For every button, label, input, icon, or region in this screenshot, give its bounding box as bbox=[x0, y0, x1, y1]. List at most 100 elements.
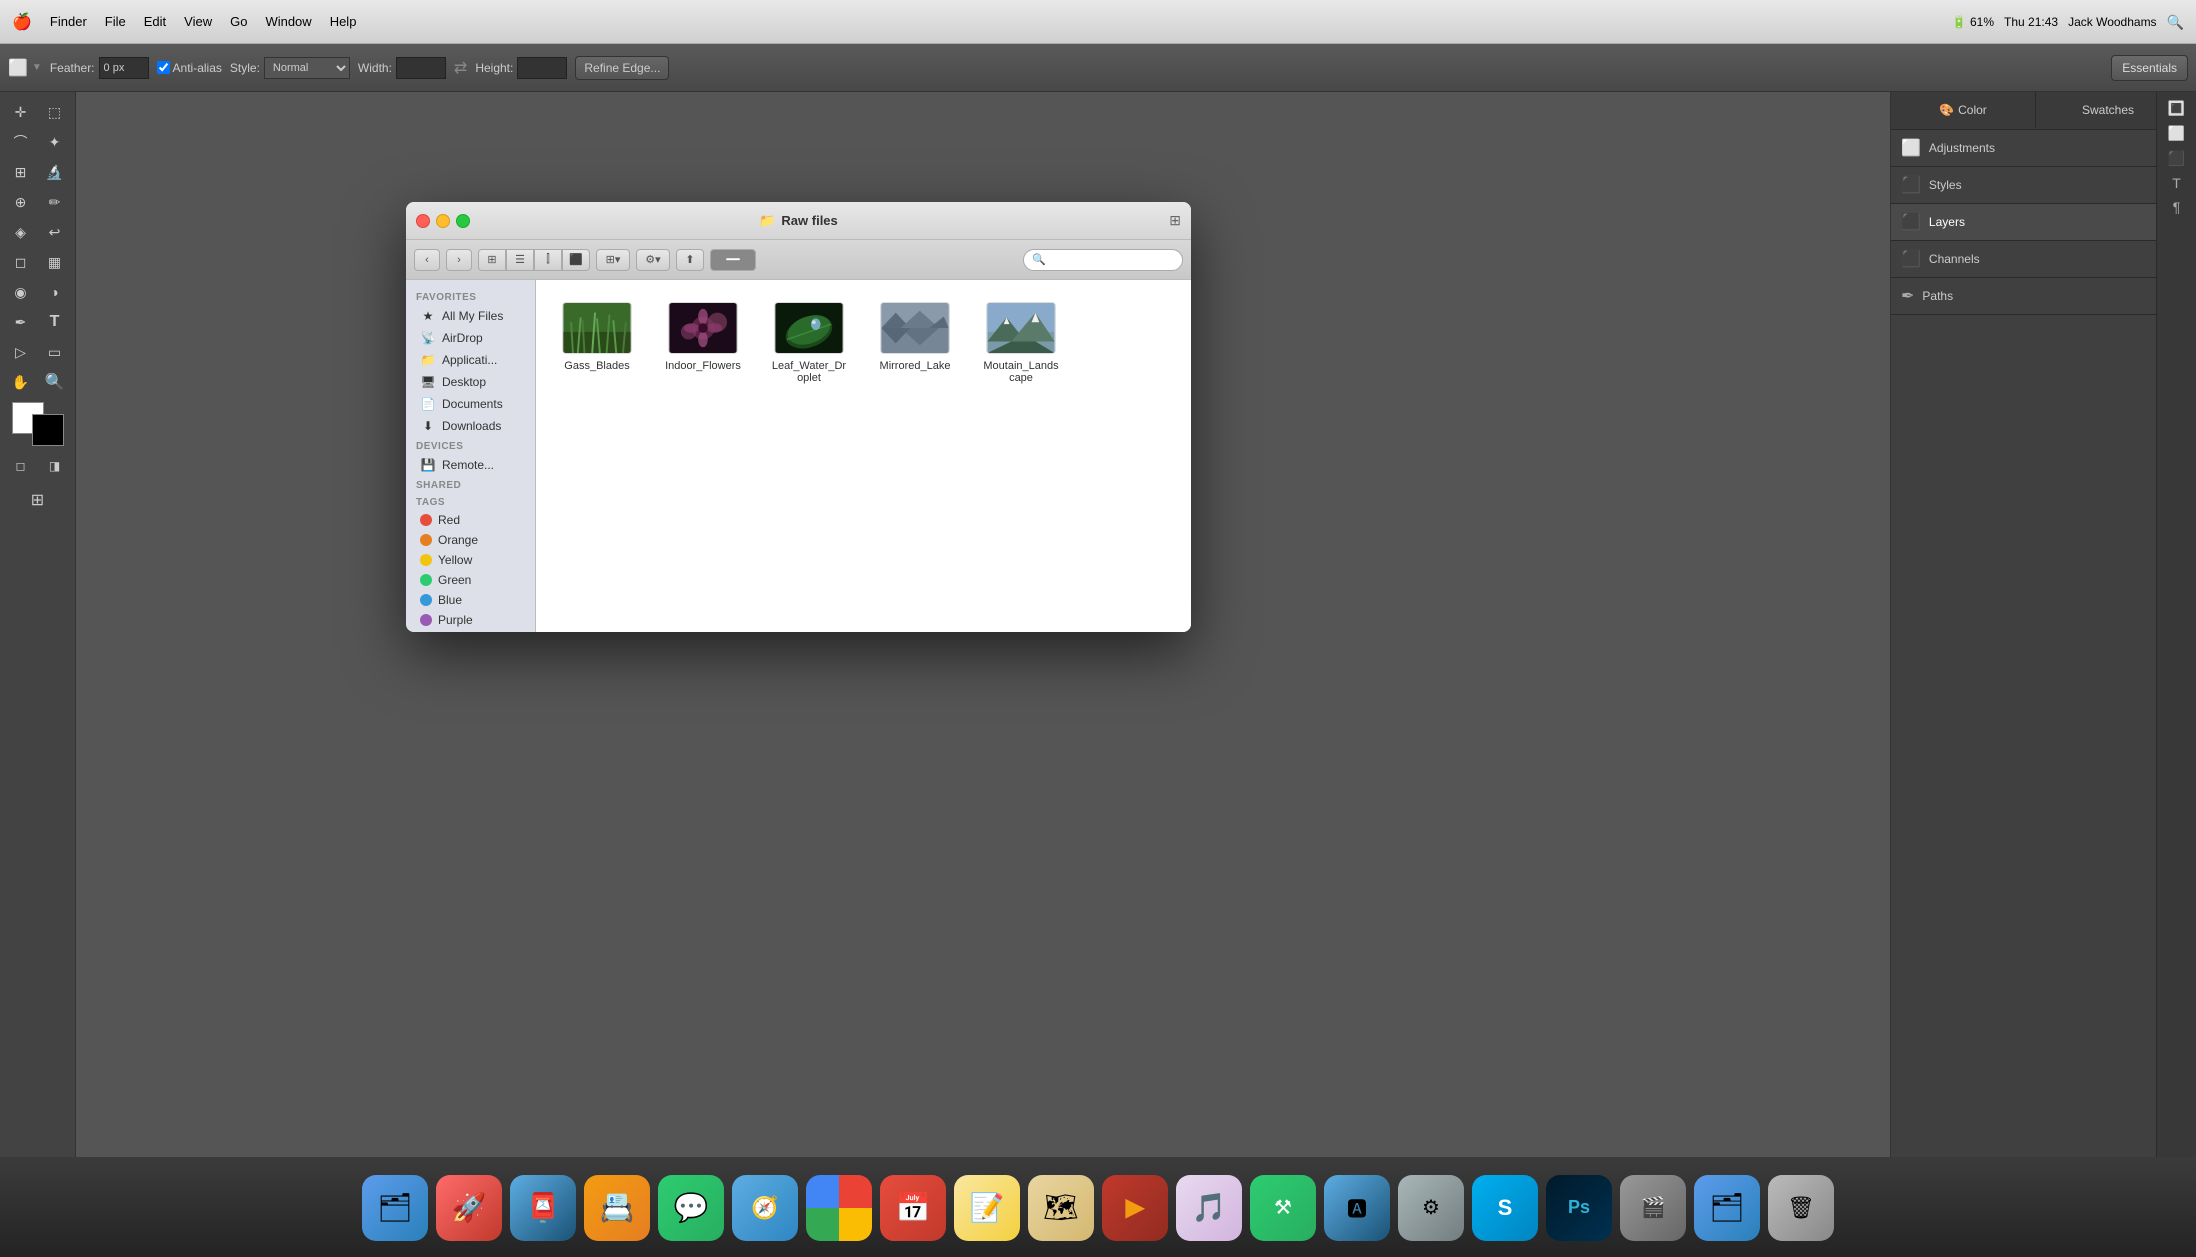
dock-item-trash[interactable]: 🗑 bbox=[1768, 1175, 1834, 1241]
standard-mode-icon[interactable]: ◻ bbox=[5, 452, 37, 480]
gradient-tool[interactable]: ▦ bbox=[39, 248, 71, 276]
history-brush-tool[interactable]: ↩ bbox=[39, 218, 71, 246]
screen-mode-icon[interactable]: ⊞ bbox=[22, 486, 54, 514]
height-input[interactable] bbox=[517, 57, 567, 79]
lasso-tool[interactable]: ⌒ bbox=[5, 128, 37, 156]
menu-view[interactable]: View bbox=[184, 14, 212, 29]
menu-go[interactable]: Go bbox=[230, 14, 247, 29]
menu-finder[interactable]: Finder bbox=[50, 14, 87, 29]
clone-tool[interactable]: ◈ bbox=[5, 218, 37, 246]
color-swatch[interactable] bbox=[12, 402, 64, 446]
dock-item-skype[interactable]: S bbox=[1472, 1175, 1538, 1241]
close-button[interactable] bbox=[416, 214, 430, 228]
sidebar-item-desktop[interactable]: 🖥 Desktop bbox=[410, 371, 531, 393]
resize-icon[interactable]: ⊞ bbox=[1169, 212, 1181, 229]
tab-color[interactable]: 🎨 Color bbox=[1891, 92, 2036, 129]
width-input[interactable] bbox=[396, 57, 446, 79]
file-item-mirrored-lake[interactable]: Mirrored_Lake bbox=[870, 296, 960, 390]
sidebar-item-tag-yellow[interactable]: Yellow bbox=[410, 550, 531, 570]
list-view-button[interactable]: ☰ bbox=[506, 249, 534, 271]
zoom-tool[interactable]: 🔍 bbox=[39, 368, 71, 396]
column-view-button[interactable]: ⫿ bbox=[534, 249, 562, 271]
icon-view-button[interactable]: ⊞ bbox=[478, 249, 506, 271]
file-item-indoor-flowers[interactable]: Indoor_Flowers bbox=[658, 296, 748, 390]
dock-item-addressbook[interactable]: 📇 bbox=[584, 1175, 650, 1241]
sidebar-item-tag-purple[interactable]: Purple bbox=[410, 610, 531, 630]
dock-item-launchpad[interactable]: 🚀 bbox=[436, 1175, 502, 1241]
file-item-mountain-landscape[interactable]: Moutain_Landscape bbox=[976, 296, 1066, 390]
dock-item-finder2[interactable]: 🗂 bbox=[1694, 1175, 1760, 1241]
dock-item-chrome[interactable] bbox=[806, 1175, 872, 1241]
dock-item-photoshop[interactable]: Ps bbox=[1546, 1175, 1612, 1241]
pen-tool[interactable]: ✒ bbox=[5, 308, 37, 336]
file-item-leaf-water-droplet[interactable]: Leaf_Water_Droplet bbox=[764, 296, 854, 390]
sidebar-item-all-my-files[interactable]: ★ All My Files bbox=[410, 305, 531, 327]
sidebar-item-applications[interactable]: 📁 Applicati... bbox=[410, 349, 531, 371]
crop-tool[interactable]: ⊞ bbox=[5, 158, 37, 186]
panel-section-paths[interactable]: ✒ Paths bbox=[1891, 278, 2180, 315]
path-selection-tool[interactable]: ▷ bbox=[5, 338, 37, 366]
selection-tool[interactable]: ⬚ bbox=[39, 98, 71, 126]
dock-item-messages[interactable]: 💬 bbox=[658, 1175, 724, 1241]
swap-icon[interactable]: ⇄ bbox=[454, 58, 467, 78]
eraser-tool[interactable]: ◻ bbox=[5, 248, 37, 276]
essentials-button[interactable]: Essentials bbox=[2111, 55, 2188, 81]
sidebar-item-tag-orange[interactable]: Orange bbox=[410, 530, 531, 550]
dock-item-safari[interactable]: 🧭 bbox=[732, 1175, 798, 1241]
arrange-button[interactable]: ⊞▾ bbox=[596, 249, 630, 271]
toggle-button[interactable]: ━━ bbox=[710, 249, 756, 271]
sidebar-item-tag-red[interactable]: Red bbox=[410, 510, 531, 530]
eyedropper-tool[interactable]: 🔬 bbox=[39, 158, 71, 186]
blur-tool[interactable]: ◉ bbox=[5, 278, 37, 306]
action-button[interactable]: ⚙▾ bbox=[636, 249, 670, 271]
text-tool[interactable]: T bbox=[39, 308, 71, 336]
marquee-tool-icon[interactable]: ⬜ bbox=[8, 58, 28, 78]
panel-section-layers[interactable]: ⬛ Layers bbox=[1891, 204, 2180, 241]
brush-tool[interactable]: ✏ bbox=[39, 188, 71, 216]
sidebar-item-tag-green[interactable]: Green bbox=[410, 570, 531, 590]
quickmask-mode-icon[interactable]: ◨ bbox=[39, 452, 71, 480]
dodge-tool[interactable]: ◑ bbox=[39, 278, 71, 306]
style-select[interactable]: Normal Fixed Ratio Fixed Size bbox=[264, 57, 350, 79]
panel-section-channels[interactable]: ⬛ Channels bbox=[1891, 241, 2180, 278]
hand-tool[interactable]: ✋ bbox=[5, 368, 37, 396]
panel-icon-1[interactable]: 🔳 bbox=[2168, 100, 2185, 117]
shape-tool[interactable]: ▭ bbox=[39, 338, 71, 366]
anti-alias-checkbox[interactable] bbox=[157, 61, 170, 74]
panel-icon-4[interactable]: T bbox=[2172, 175, 2181, 191]
menu-edit[interactable]: Edit bbox=[144, 14, 166, 29]
sidebar-item-documents[interactable]: 📄 Documents bbox=[410, 393, 531, 415]
dock-item-mail-stamp[interactable]: 📮 bbox=[510, 1175, 576, 1241]
refine-edge-button[interactable]: Refine Edge... bbox=[575, 56, 669, 80]
dock-item-itunes[interactable]: 🎵 bbox=[1176, 1175, 1242, 1241]
dock-item-vlc[interactable]: ▶ bbox=[1102, 1175, 1168, 1241]
search-menubar-icon[interactable]: 🔍 bbox=[2167, 14, 2184, 31]
marquee-tool-extra[interactable]: ▼ bbox=[32, 62, 42, 73]
menu-window[interactable]: Window bbox=[265, 14, 311, 29]
dock-item-calendar[interactable]: 📅 bbox=[880, 1175, 946, 1241]
maximize-button[interactable] bbox=[456, 214, 470, 228]
forward-button[interactable]: › bbox=[446, 249, 472, 271]
background-color[interactable] bbox=[32, 414, 64, 446]
dock-item-dvd[interactable]: 🎬 bbox=[1620, 1175, 1686, 1241]
finder-search[interactable]: 🔍 bbox=[1023, 249, 1183, 271]
panel-section-adjustments[interactable]: ⬜ Adjustments bbox=[1891, 130, 2180, 167]
panel-icon-2[interactable]: ⬜ bbox=[2168, 125, 2185, 142]
share-button[interactable]: ⬆ bbox=[676, 249, 704, 271]
magic-wand-tool[interactable]: ✦ bbox=[39, 128, 71, 156]
sidebar-item-remote[interactable]: 💾 Remote... bbox=[410, 454, 531, 476]
file-item-gass-blades[interactable]: Gass_Blades bbox=[552, 296, 642, 390]
move-tool[interactable]: ✛ bbox=[5, 98, 37, 126]
panel-icon-3[interactable]: ⬛ bbox=[2168, 150, 2185, 167]
dock-item-maps[interactable]: 🗺 bbox=[1028, 1175, 1094, 1241]
apple-menu[interactable]: 🍎 bbox=[12, 12, 32, 32]
panel-icon-5[interactable]: ¶ bbox=[2173, 199, 2181, 215]
back-button[interactable]: ‹ bbox=[414, 249, 440, 271]
dock-item-appstore[interactable]: 🅰 bbox=[1324, 1175, 1390, 1241]
sidebar-item-downloads[interactable]: ⬇ Downloads bbox=[410, 415, 531, 437]
dock-item-notes[interactable]: 📝 bbox=[954, 1175, 1020, 1241]
menu-help[interactable]: Help bbox=[330, 14, 357, 29]
dock-item-system-preferences[interactable]: ⚙ bbox=[1398, 1175, 1464, 1241]
panel-section-styles[interactable]: ⬛ Styles bbox=[1891, 167, 2180, 204]
sidebar-item-airdrop[interactable]: 📡 AirDrop bbox=[410, 327, 531, 349]
